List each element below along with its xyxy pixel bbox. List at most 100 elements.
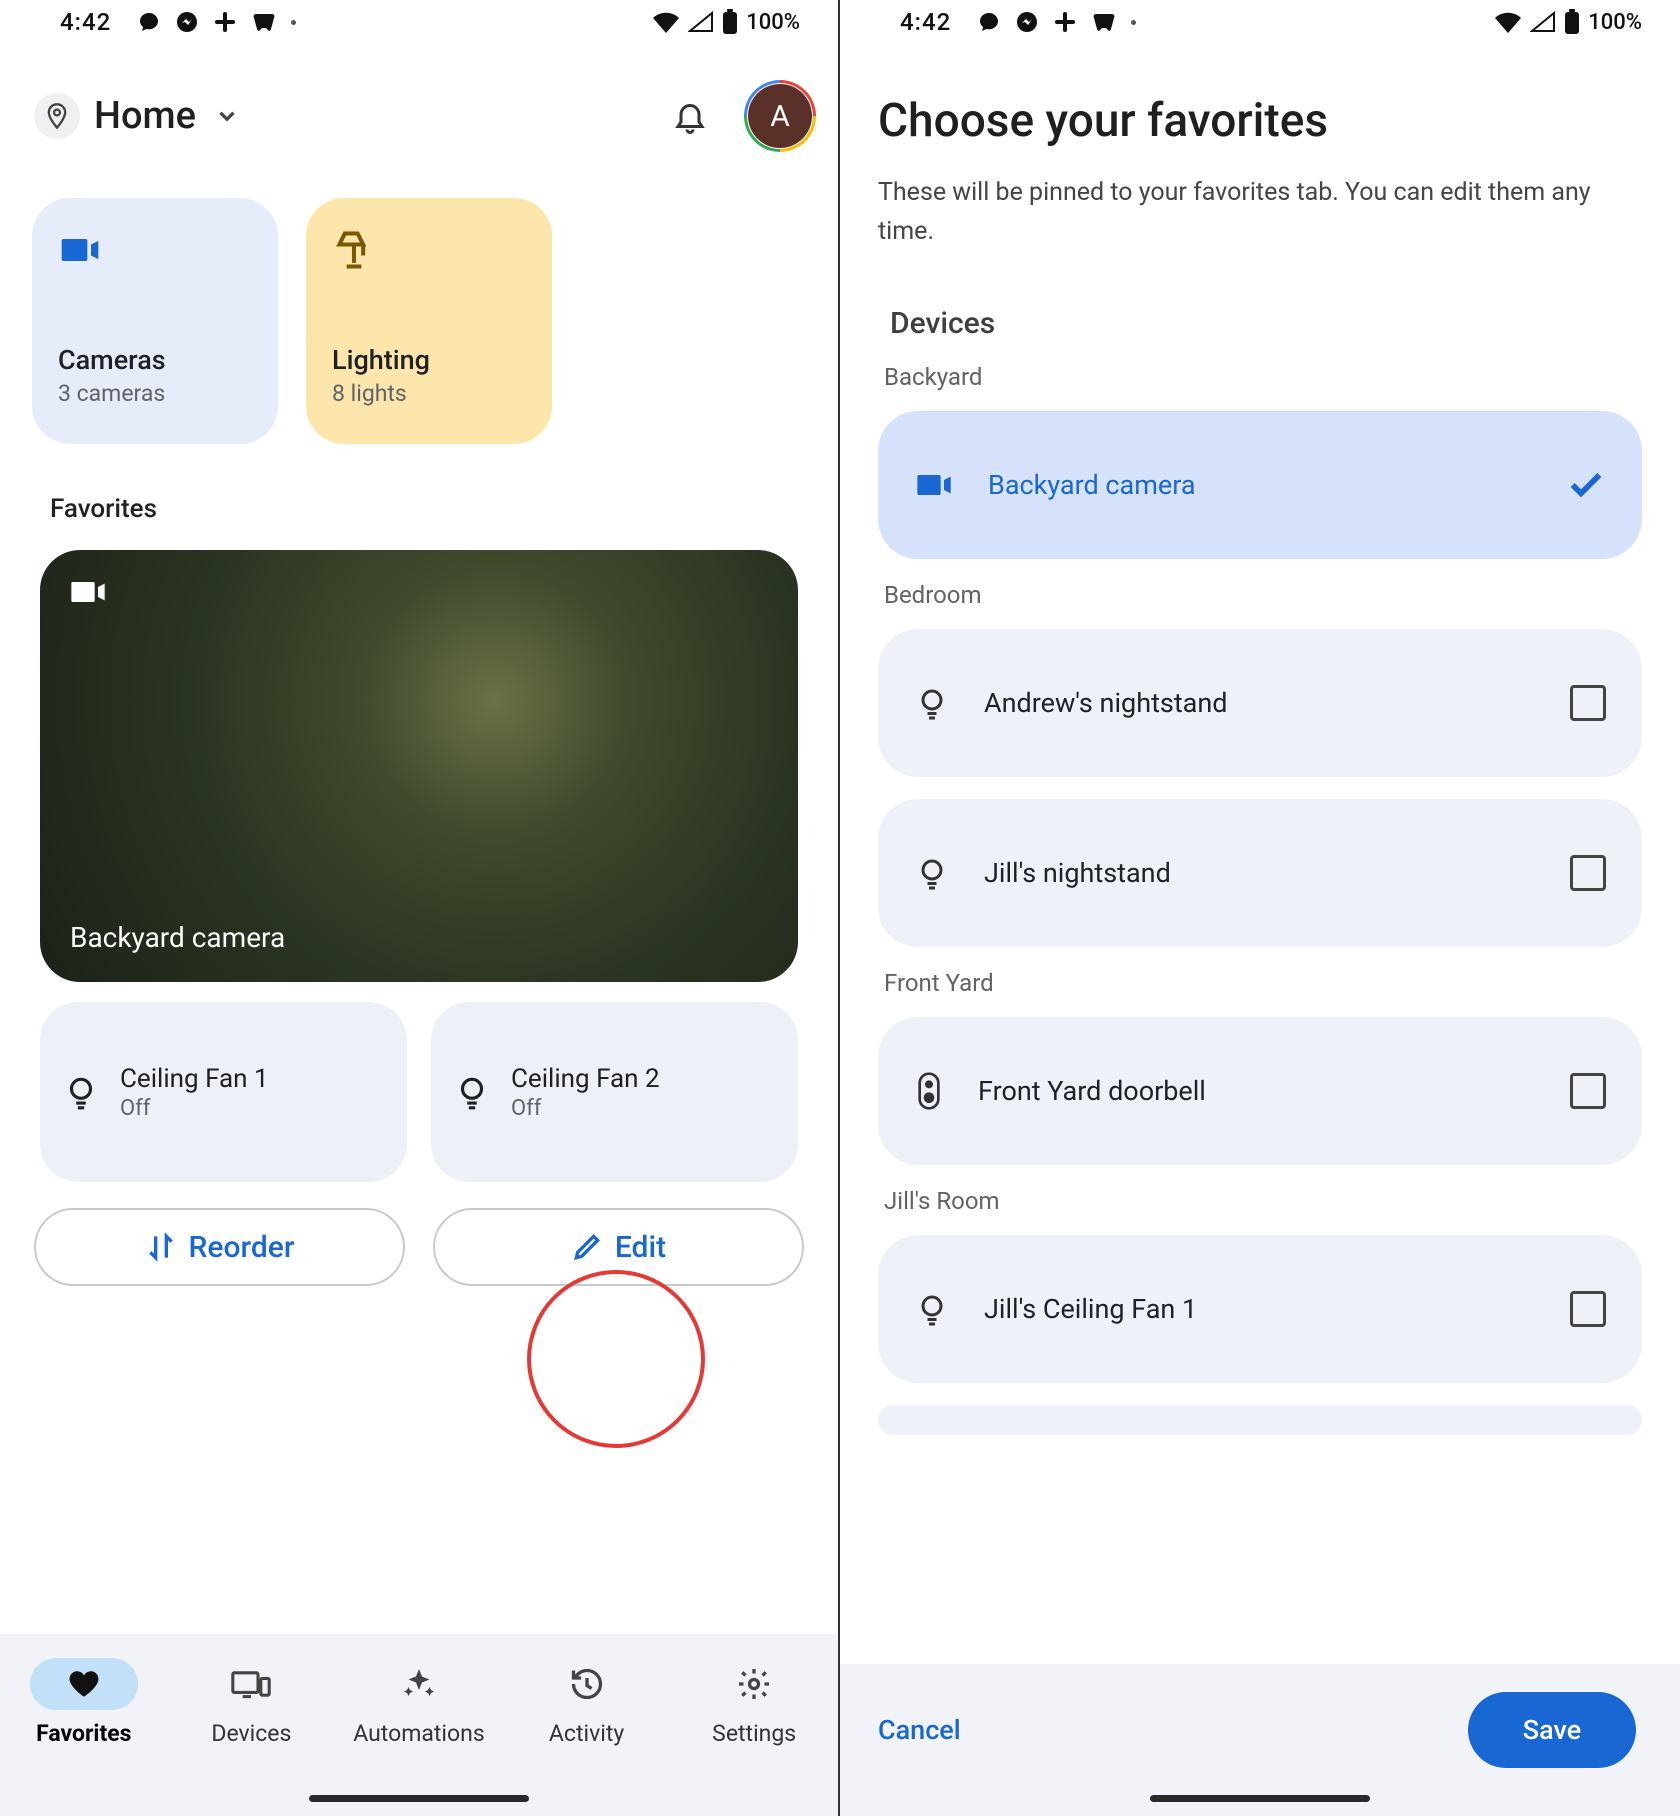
nav-favorites[interactable]: Favorites (9, 1658, 159, 1747)
home-selector[interactable]: Home (34, 93, 240, 139)
nav-label: Favorites (36, 1720, 131, 1747)
bulb-icon (914, 685, 950, 721)
device-name: Jill's nightstand (984, 857, 1536, 889)
battery-icon (1564, 9, 1580, 35)
card-title: Cameras (58, 344, 252, 376)
discord-icon (251, 11, 277, 33)
category-cameras[interactable]: Cameras 3 cameras (32, 198, 278, 444)
slack-icon (213, 10, 237, 34)
checkbox-unchecked[interactable] (1570, 685, 1606, 721)
avatar-letter: A (770, 99, 790, 134)
checkbox-unchecked[interactable] (1570, 1291, 1606, 1327)
nav-label: Automations (353, 1720, 484, 1747)
tile-subtitle: Off (511, 1096, 660, 1121)
bottom-nav: Favorites Devices Automations Activity (0, 1634, 838, 1816)
page-subtitle: These will be pinned to your favorites t… (878, 174, 1642, 252)
tile-title: Ceiling Fan 2 (511, 1064, 660, 1094)
doorbell-icon (914, 1071, 944, 1111)
favorites-heading: Favorites (0, 444, 838, 542)
battery-icon (722, 9, 738, 35)
avatar[interactable]: A (748, 84, 812, 148)
chat-bubble-icon (977, 10, 1001, 34)
chat-bubble-icon (137, 10, 161, 34)
nav-label: Settings (712, 1720, 796, 1747)
battery-percent: 100% (1588, 10, 1642, 35)
bell-icon[interactable] (672, 98, 708, 134)
location-pin-icon (34, 93, 80, 139)
gesture-handle[interactable] (1150, 1795, 1370, 1802)
nav-label: Activity (549, 1720, 624, 1747)
wifi-icon (652, 11, 680, 33)
device-row-partial (878, 1405, 1642, 1435)
battery-percent: 100% (746, 10, 800, 35)
home-name: Home (94, 94, 196, 138)
edit-button[interactable]: Edit (433, 1208, 804, 1286)
chevron-down-icon (214, 103, 240, 129)
save-button[interactable]: Save (1468, 1692, 1636, 1768)
history-icon (533, 1658, 641, 1710)
gear-icon (700, 1658, 808, 1710)
room-heading: Jill's Room (884, 1187, 1642, 1215)
category-lighting[interactable]: Lighting 8 lights (306, 198, 552, 444)
room-heading: Front Yard (884, 969, 1642, 997)
tutorial-highlight (527, 1270, 705, 1448)
reorder-label: Reorder (189, 1230, 295, 1265)
messenger-icon (175, 10, 199, 34)
nav-devices[interactable]: Devices (176, 1658, 326, 1747)
nav-activity[interactable]: Activity (512, 1658, 662, 1747)
card-subtitle: 3 cameras (58, 380, 252, 407)
more-notifications-icon (291, 20, 296, 25)
device-name: Front Yard doorbell (978, 1075, 1536, 1107)
checkbox-unchecked[interactable] (1570, 855, 1606, 891)
discord-icon (1091, 11, 1117, 33)
devices-heading: Devices (890, 306, 1642, 341)
device-name: Andrew's nightstand (984, 687, 1536, 719)
status-time: 4:42 (60, 8, 111, 36)
bulb-icon (62, 1073, 100, 1111)
edit-label: Edit (615, 1230, 666, 1265)
page-title: Choose your favorites (878, 94, 1642, 148)
nav-settings[interactable]: Settings (679, 1658, 829, 1747)
sparkle-icon (365, 1658, 473, 1710)
favorite-tile-fan2[interactable]: Ceiling Fan 2 Off (431, 1002, 798, 1182)
more-notifications-icon (1131, 20, 1136, 25)
device-name: Jill's Ceiling Fan 1 (984, 1293, 1536, 1325)
device-row-andrew-nightstand[interactable]: Andrew's nightstand (878, 629, 1642, 777)
check-icon (1566, 465, 1606, 505)
device-row-doorbell[interactable]: Front Yard doorbell (878, 1017, 1642, 1165)
nav-automations[interactable]: Automations (344, 1658, 494, 1747)
bulb-icon (453, 1073, 491, 1111)
camera-icon (68, 572, 108, 612)
heart-icon (30, 1658, 138, 1710)
tile-title: Ceiling Fan 1 (120, 1064, 269, 1094)
room-heading: Bedroom (884, 581, 1642, 609)
card-subtitle: 8 lights (332, 380, 526, 407)
cell-signal-icon (1530, 11, 1556, 33)
status-time: 4:42 (900, 8, 951, 36)
device-row-jill-fan[interactable]: Jill's Ceiling Fan 1 (878, 1235, 1642, 1383)
reorder-button[interactable]: Reorder (34, 1208, 405, 1286)
camera-icon (58, 228, 252, 284)
camera-name: Backyard camera (70, 921, 285, 954)
devices-icon (197, 1658, 305, 1710)
favorite-tile-fan1[interactable]: Ceiling Fan 1 Off (40, 1002, 407, 1182)
device-row-jill-nightstand[interactable]: Jill's nightstand (878, 799, 1642, 947)
nav-label: Devices (211, 1720, 291, 1747)
messenger-icon (1015, 10, 1039, 34)
card-title: Lighting (332, 344, 526, 376)
favorite-camera-tile[interactable]: Backyard camera (40, 550, 798, 982)
camera-icon (914, 465, 954, 505)
reorder-icon (145, 1231, 177, 1263)
tile-subtitle: Off (120, 1096, 269, 1121)
checkbox-unchecked[interactable] (1570, 1073, 1606, 1109)
device-row-backyard-camera[interactable]: Backyard camera (878, 411, 1642, 559)
bulb-icon (914, 855, 950, 891)
bulb-icon (914, 1291, 950, 1327)
cell-signal-icon (688, 11, 714, 33)
room-heading: Backyard (884, 363, 1642, 391)
wifi-icon (1494, 11, 1522, 33)
slack-icon (1053, 10, 1077, 34)
cancel-button[interactable]: Cancel (878, 1714, 961, 1746)
gesture-handle[interactable] (309, 1795, 529, 1802)
pencil-icon (571, 1231, 603, 1263)
